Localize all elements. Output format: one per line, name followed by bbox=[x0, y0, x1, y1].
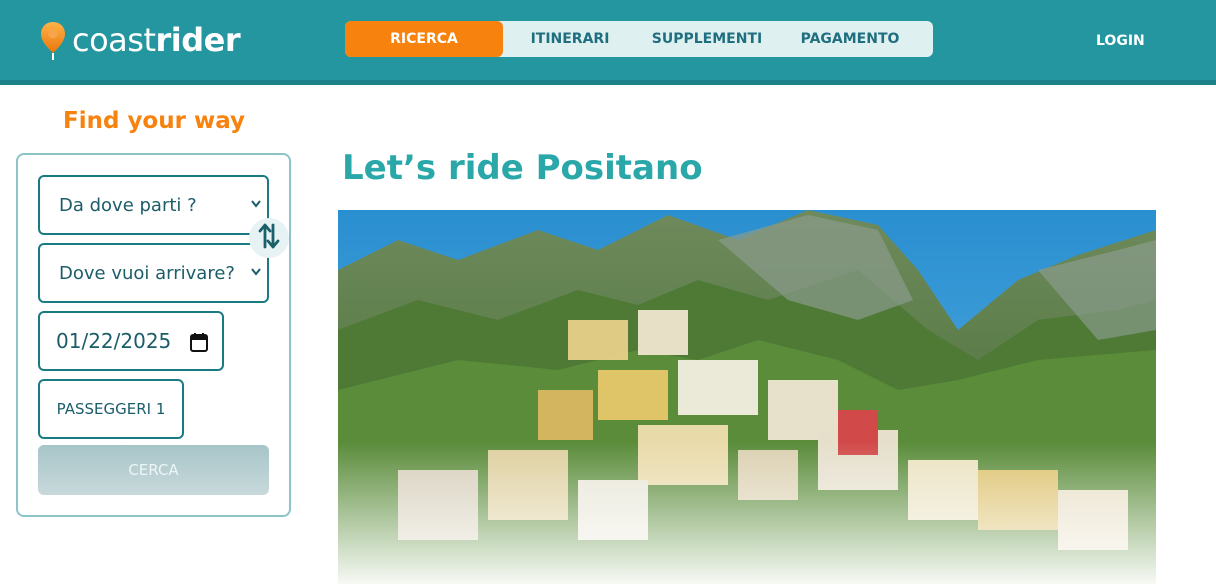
page-title: Let’s ride Positano bbox=[342, 148, 703, 188]
calendar-icon[interactable] bbox=[190, 332, 208, 357]
swap-button[interactable] bbox=[249, 218, 289, 258]
from-select[interactable]: Da dove parti ? bbox=[38, 175, 269, 235]
chevron-down-icon bbox=[251, 197, 261, 212]
chevron-down-icon bbox=[251, 265, 261, 280]
brand-name: coastrider bbox=[72, 21, 241, 59]
top-header: coastrider RICERCA ITINERARI SUPPLEMENTI… bbox=[0, 0, 1216, 85]
search-title: Find your way bbox=[63, 108, 246, 134]
passengers-button[interactable]: PASSEGGERI 1 bbox=[38, 379, 184, 439]
to-select[interactable]: Dove vuoi arrivare? bbox=[38, 243, 269, 303]
from-select-label: Da dove parti ? bbox=[59, 194, 197, 216]
search-button[interactable]: CERCA bbox=[38, 445, 269, 495]
tab-itinerari[interactable]: ITINERARI bbox=[503, 21, 637, 57]
positano-hero-image bbox=[338, 210, 1156, 584]
login-link[interactable]: LOGIN bbox=[1096, 33, 1145, 49]
to-select-label: Dove vuoi arrivare? bbox=[59, 262, 235, 284]
tab-pagamento[interactable]: PAGAMENTO bbox=[777, 21, 923, 57]
main-nav: RICERCA ITINERARI SUPPLEMENTI PAGAMENTO bbox=[345, 21, 933, 57]
tab-ricerca[interactable]: RICERCA bbox=[345, 21, 503, 57]
tab-supplementi[interactable]: SUPPLEMENTI bbox=[637, 21, 777, 57]
date-value: 01/22/2025 bbox=[56, 329, 172, 353]
brand-logo[interactable]: coastrider bbox=[40, 18, 241, 62]
swap-vertical-icon bbox=[258, 223, 280, 253]
date-input[interactable]: 01/22/2025 bbox=[38, 311, 224, 371]
location-pin-icon bbox=[40, 20, 66, 60]
